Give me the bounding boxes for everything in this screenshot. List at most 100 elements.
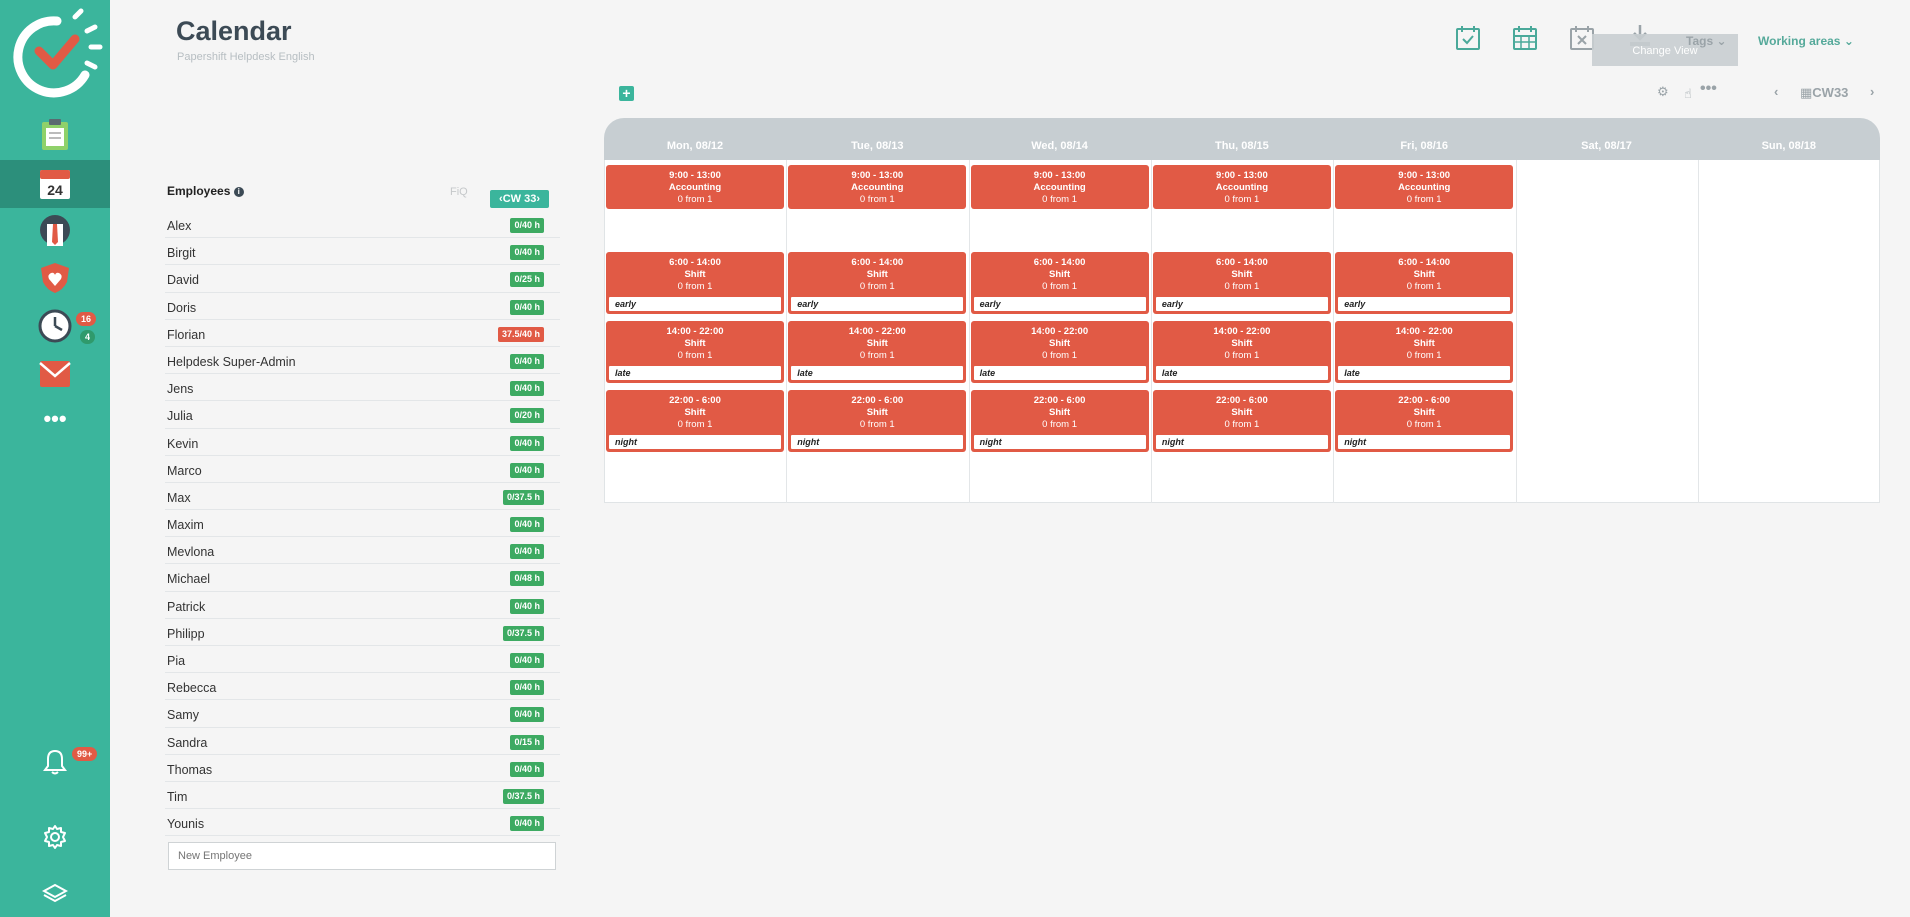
shift-count: 0 from 1 [1224, 281, 1260, 292]
employee-filter[interactable]: FiQ [450, 186, 468, 198]
shift-card[interactable]: 22:00 - 6:00 Shift 0 from 1 night [788, 390, 967, 452]
shift-card[interactable]: 6:00 - 14:00 Shift 0 from 1 early [788, 252, 967, 314]
tags-dropdown[interactable]: Tags ⌄ [1686, 34, 1727, 48]
shift-card[interactable]: 14:00 - 22:00 Shift 0 from 1 late [788, 321, 967, 383]
prev-week-icon[interactable]: ‹ [1774, 84, 1778, 99]
shield-heart-icon[interactable] [0, 256, 110, 300]
employee-row[interactable]: Michael 0/48 h [165, 564, 560, 592]
employee-row[interactable]: David 0/25 h [165, 265, 560, 293]
more-icon[interactable]: ••• [0, 404, 110, 434]
employee-row[interactable]: Marco 0/40 h [165, 456, 560, 483]
employee-name: Helpdesk Super-Admin [167, 354, 296, 369]
employee-row[interactable]: Mevlona 0/40 h [165, 537, 560, 565]
shift-tag: night [1155, 435, 1328, 449]
add-shift-button[interactable]: + [619, 86, 634, 101]
employee-row[interactable]: Helpdesk Super-Admin 0/40 h [165, 347, 560, 375]
employee-name: Sandra [167, 735, 208, 750]
calendar-grid-icon[interactable] [1511, 24, 1539, 52]
working-areas-dropdown[interactable]: Working areas ⌄ [1758, 34, 1854, 48]
employee-row[interactable]: Rebecca 0/40 h [165, 673, 560, 701]
shift-name: Shift [1231, 269, 1253, 280]
employee-row[interactable]: Younis 0/40 h [165, 809, 560, 837]
shift-card[interactable]: 9:00 - 13:00 Accounting 0 from 1 [1152, 165, 1331, 209]
employee-row[interactable]: Kevin 0/40 h [165, 429, 560, 456]
shift-card[interactable]: 9:00 - 13:00 Accounting 0 from 1 [606, 165, 784, 209]
employee-hours-badge: 0/40 h [510, 653, 544, 668]
shift-card[interactable]: 9:00 - 13:00 Accounting 0 from 1 [788, 165, 967, 209]
employee-list: Alex 0/40 h Birgit 0/40 h David 0/25 h Doris 0/… [165, 211, 560, 837]
app-logo[interactable] [0, 8, 110, 98]
info-icon[interactable]: i [233, 187, 244, 197]
shift-card[interactable]: 14:00 - 22:00 Shift 0 from 1 late [970, 321, 1149, 383]
shift-tag: late [973, 366, 1146, 380]
calendar-week-nav[interactable]: ▦CW33 [1800, 85, 1848, 101]
shift-count: 0 from 1 [1042, 281, 1078, 292]
calendar-check-icon[interactable] [1454, 24, 1482, 52]
employee-row[interactable]: Samy 0/40 h [165, 700, 560, 728]
employee-row[interactable]: Patrick 0/40 h [165, 592, 560, 619]
shift-time: 14:00 - 22:00 [1395, 326, 1453, 337]
mail-icon[interactable] [0, 352, 110, 396]
layers-icon[interactable] [0, 876, 110, 912]
employee-row[interactable]: Julia 0/20 h [165, 401, 560, 429]
employee-row[interactable]: Birgit 0/40 h [165, 238, 560, 266]
employee-name: Michael [167, 572, 211, 587]
employee-row[interactable]: Jens 0/40 h [165, 374, 560, 402]
tags-label: Tags [1686, 34, 1714, 48]
calendar-date-text: 24 [47, 182, 63, 198]
cw-week-badge[interactable]: ‹CW 33› [490, 190, 549, 208]
shift-count: 0 from 1 [1224, 419, 1260, 430]
chevron-down-icon: ⌄ [1843, 34, 1854, 48]
shift-card[interactable]: 14:00 - 22:00 Shift 0 from 1 late [1152, 321, 1331, 383]
shift-card[interactable]: 22:00 - 6:00 Shift 0 from 1 night [1152, 390, 1331, 452]
shift-name: Shift [684, 269, 706, 280]
day-header: Sat, 08/17 [1581, 140, 1632, 152]
shift-card[interactable]: 9:00 - 13:00 Accounting 0 from 1 [970, 165, 1149, 209]
shift-card[interactable]: 6:00 - 14:00 Shift 0 from 1 early [1335, 252, 1514, 314]
calendar-settings-icon[interactable]: ⚙ [1657, 84, 1669, 100]
shift-name: Shift [1413, 269, 1435, 280]
employee-icon[interactable] [0, 208, 110, 252]
employee-row[interactable]: Alex 0/40 h [165, 211, 560, 239]
shift-card[interactable]: 14:00 - 22:00 Shift 0 from 1 late [1335, 321, 1514, 383]
employee-row[interactable]: Doris 0/40 h [165, 293, 560, 320]
calendar-more-icon[interactable]: ••• [1700, 80, 1717, 98]
employee-hours-badge: 0/40 h [510, 218, 544, 233]
shift-card[interactable]: 6:00 - 14:00 Shift 0 from 1 early [1152, 252, 1331, 314]
calendar-nav-icon[interactable]: 24 [0, 160, 110, 208]
clock-icon[interactable] [0, 304, 110, 348]
shift-card[interactable]: 6:00 - 14:00 Shift 0 from 1 early [970, 252, 1149, 314]
shift-card[interactable]: 6:00 - 14:00 Shift 0 from 1 early [606, 252, 784, 314]
shift-count: 0 from 1 [859, 419, 895, 430]
employee-row[interactable]: Max 0/37.5 h [165, 483, 560, 511]
next-week-icon[interactable]: › [1870, 84, 1874, 99]
shift-card[interactable]: 22:00 - 6:00 Shift 0 from 1 night [1335, 390, 1514, 452]
employee-row[interactable]: Thomas 0/40 h [165, 755, 560, 782]
shift-count: 0 from 1 [1406, 350, 1442, 361]
employee-hours-badge: 0/48 h [510, 571, 544, 587]
employee-hours-badge: 0/40 h [510, 761, 544, 777]
shift-card[interactable]: 22:00 - 6:00 Shift 0 from 1 night [606, 390, 784, 452]
employee-row[interactable]: Sandra 0/15 h [165, 728, 560, 755]
shift-name: Shift [1049, 269, 1071, 280]
shift-card[interactable]: 22:00 - 6:00 Shift 0 from 1 night [970, 390, 1149, 452]
new-employee-input[interactable] [168, 842, 556, 870]
employee-row[interactable]: Pia 0/40 h [165, 646, 560, 674]
shift-card[interactable]: 9:00 - 13:00 Accounting 0 from 1 [1335, 165, 1514, 209]
shift-card[interactable]: 14:00 - 22:00 Shift 0 from 1 late [606, 321, 784, 383]
clipboard-icon[interactable] [0, 112, 110, 156]
shift-count: 0 from 1 [1042, 194, 1078, 205]
employee-row[interactable]: Tim 0/37.5 h [165, 782, 560, 810]
employee-name: Birgit [167, 246, 196, 261]
employee-row[interactable]: Philipp 0/37.5 h [165, 619, 560, 646]
settings-gear-icon[interactable] [0, 817, 110, 857]
employee-name: Rebecca [167, 681, 217, 696]
employee-name: Marco [167, 463, 202, 478]
employee-row[interactable]: Florian 37.5/40 h [165, 320, 560, 347]
shift-time: 9:00 - 13:00 [1033, 170, 1086, 181]
shift-name: Accounting [1215, 182, 1269, 193]
shift-count: 0 from 1 [859, 281, 895, 292]
employee-name: Tim [167, 789, 188, 804]
shift-time: 6:00 - 14:00 [669, 257, 721, 268]
employee-row[interactable]: Maxim 0/40 h [165, 510, 560, 538]
